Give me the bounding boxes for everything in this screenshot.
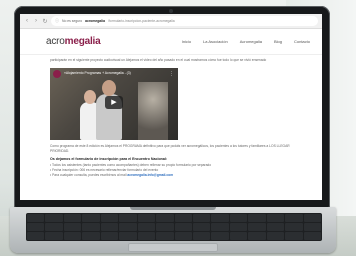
reload-icon[interactable]: ↻ (42, 18, 48, 25)
trackpad (128, 243, 218, 252)
menu-item-acromegalia[interactable]: Acromegalia (240, 39, 262, 44)
video-figure-adult-head (102, 80, 116, 96)
menu-item-asociacion[interactable]: La Asociación (203, 39, 228, 44)
main-menu: Inicio La Asociación Acromegalia Blog Co… (182, 39, 310, 44)
laptop-hinge (130, 207, 216, 210)
browser-toolbar: ‹ › ↻ ⓘ No es seguro acromegalia /formul… (20, 14, 322, 29)
menu-item-contacto[interactable]: Contacto (294, 39, 310, 44)
video-title: «Alojamiento Programas + Acromegalia - (… (64, 71, 131, 75)
forward-icon[interactable]: › (33, 18, 39, 24)
share-icon[interactable]: ⋮ (169, 71, 174, 77)
body-text: Como programa de este 8 edición es Aleja… (50, 144, 290, 153)
camera-icon (169, 9, 173, 13)
main-content: participarán en el siguiente proyecto au… (20, 55, 322, 178)
video-figure-right (138, 82, 168, 140)
channel-avatar (53, 70, 61, 78)
keyboard (26, 213, 322, 241)
intro-text: participarán en el siguiente proyecto au… (50, 58, 267, 62)
info-icon[interactable]: ⓘ (55, 18, 59, 24)
list-item: • Para cualquier consulta, puedes escrib… (50, 173, 174, 177)
site-logo[interactable]: acromegalia (46, 36, 101, 47)
laptop-base (10, 207, 336, 253)
menu-item-inicio[interactable]: Inicio (182, 39, 191, 44)
email-link[interactable]: acromegalia.info@gmail.com (127, 173, 173, 177)
laptop-screen: ‹ › ↻ ⓘ No es seguro acromegalia /formul… (20, 14, 322, 200)
video-figure-child-head (84, 90, 96, 104)
form-heading: Os dejamos el formulario de inscripción … (50, 157, 168, 161)
site-header: acromegalia Inicio La Asociación Acromeg… (20, 29, 322, 55)
security-label: No es seguro (62, 19, 83, 23)
back-icon[interactable]: ‹ (24, 18, 30, 24)
address-bar[interactable]: ⓘ No es seguro acromegalia /formulario-i… (51, 16, 318, 26)
url-path: /formulario-inscripcion-paciente-acromeg… (107, 19, 175, 23)
url-domain: acromegalia (85, 19, 105, 23)
menu-item-blog[interactable]: Blog (274, 39, 282, 44)
video-embed[interactable]: «Alojamiento Programas + Acromegalia - (… (50, 68, 178, 140)
play-icon[interactable]: ▶ (105, 96, 123, 109)
